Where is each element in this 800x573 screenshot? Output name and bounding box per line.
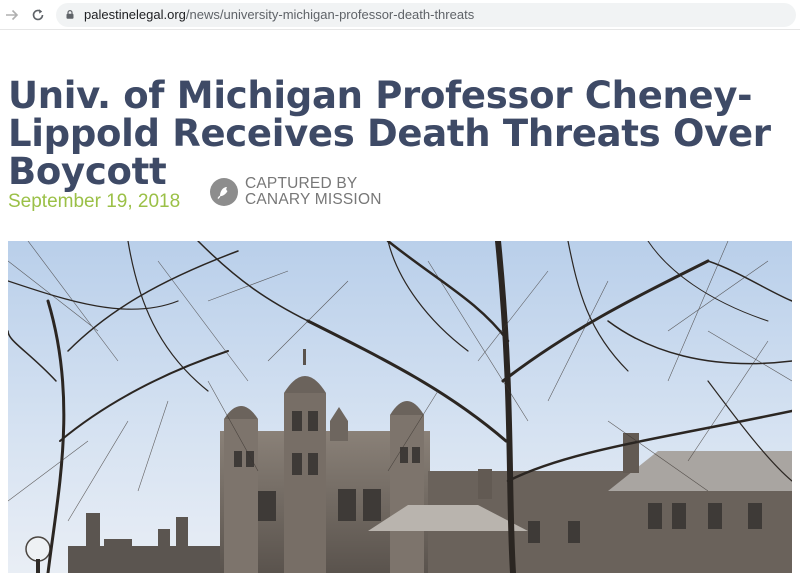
url-text: palestinelegal.org/news/university-michi… [84, 3, 474, 27]
browser-toolbar: palestinelegal.org/news/university-michi… [0, 0, 800, 30]
url-host: palestinelegal.org [84, 7, 186, 22]
address-bar[interactable]: palestinelegal.org/news/university-michi… [56, 3, 796, 27]
article-date: September 19, 2018 [8, 191, 181, 212]
reload-button[interactable] [28, 5, 48, 25]
hero-image [8, 241, 792, 573]
reload-icon [32, 9, 44, 21]
arrow-right-icon [6, 9, 19, 21]
badge-label: CAPTURED BY CANARY MISSION [245, 176, 382, 208]
campus-gothic-building-photo [8, 241, 792, 573]
url-path: /news/university-michigan-professor-deat… [185, 7, 475, 22]
lock-icon [66, 10, 74, 19]
canary-bird-icon [210, 178, 238, 206]
badge-line-2: CANARY MISSION [245, 191, 382, 208]
canary-mission-badge[interactable]: CAPTURED BY CANARY MISSION [210, 174, 382, 210]
article-title: Univ. of Michigan Professor Cheney-Lippo… [8, 74, 771, 193]
badge-line-1: CAPTURED BY [245, 175, 358, 192]
forward-button[interactable] [2, 5, 22, 25]
